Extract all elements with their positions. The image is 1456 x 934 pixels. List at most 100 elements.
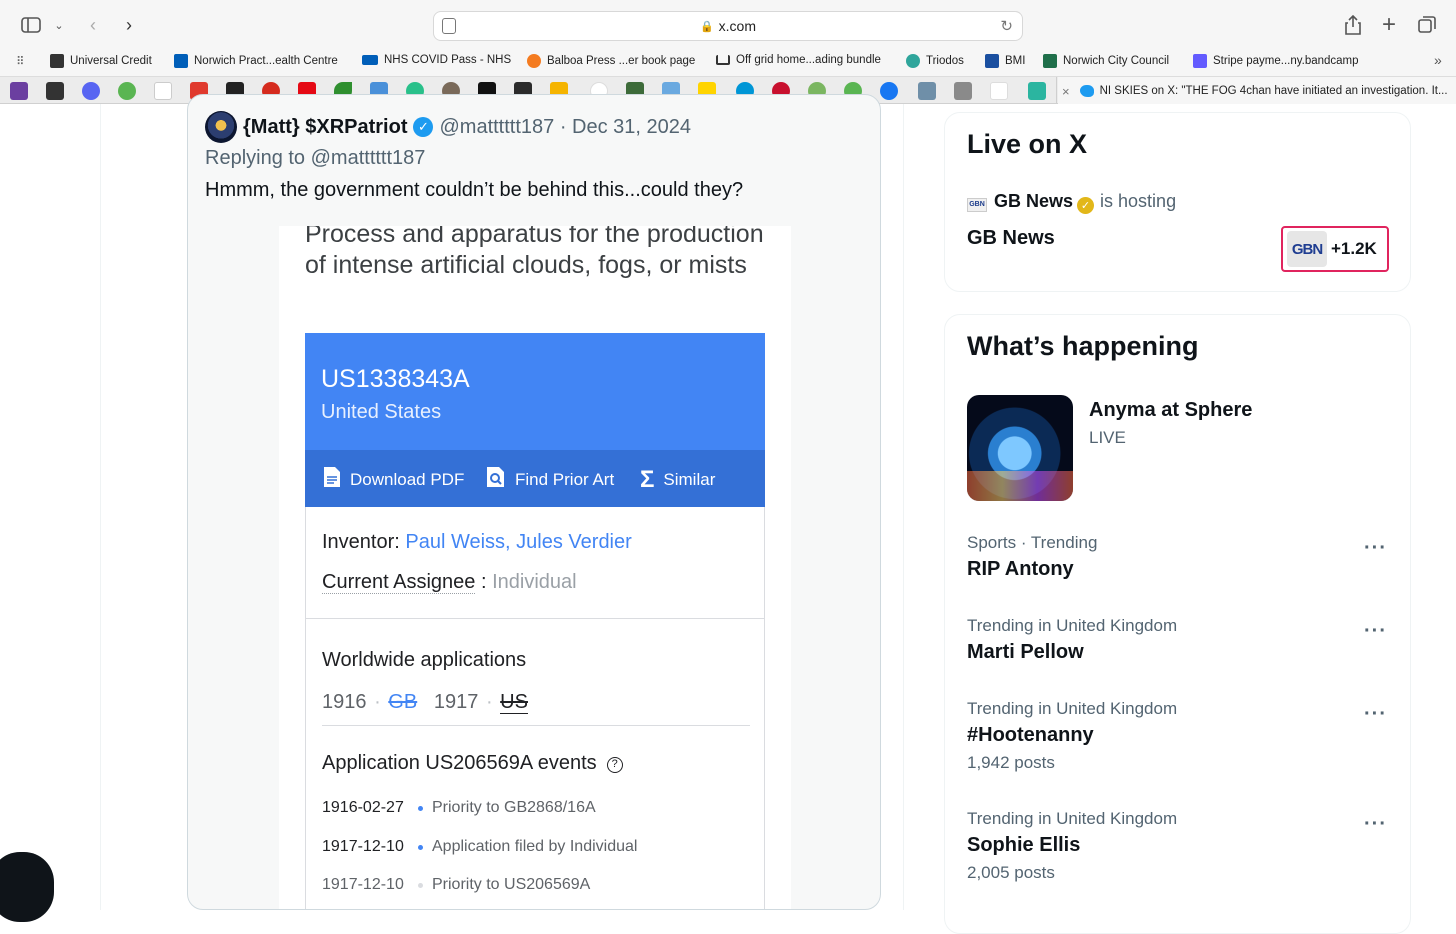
more-options-icon[interactable]: ··· xyxy=(1364,813,1387,836)
page-menu-icon[interactable] xyxy=(442,18,456,34)
bookmark-item[interactable]: Norwich Pract...ealth Centre xyxy=(174,54,338,68)
tweet-header: {Matt} $XRPatriot ✓ @matttttt187 · Dec 3… xyxy=(205,111,691,143)
tab-overview-icon[interactable] xyxy=(1414,12,1440,38)
more-options-icon[interactable]: ··· xyxy=(1364,703,1387,726)
bookmark-item[interactable]: Off grid home...ading bundle xyxy=(716,54,881,66)
bmi-favicon xyxy=(985,54,999,68)
reload-icon[interactable]: ↻ xyxy=(1000,17,1013,35)
bookmark-item[interactable]: Universal Credit xyxy=(50,54,152,68)
app-country: US xyxy=(500,691,528,714)
v-tab-icon[interactable] xyxy=(1028,82,1046,100)
verified-badge-icon: ✓ xyxy=(413,117,434,137)
patent-number: US1338343A xyxy=(321,365,470,393)
assignee-value: Individual xyxy=(492,571,577,593)
trend-item[interactable]: Trending in United Kingdom Marti Pellow … xyxy=(967,616,1387,664)
trend-item[interactable]: Trending in United Kingdom #Hootenanny 1… xyxy=(967,699,1387,773)
bookmark-item[interactable]: Norwich City Council xyxy=(1043,54,1169,68)
close-tab-icon[interactable]: × xyxy=(1062,84,1070,99)
dot-tab-icon[interactable] xyxy=(990,82,1008,100)
patent-title: Process and apparatus for the production… xyxy=(305,226,764,279)
back-arrow-icon[interactable]: ‹ xyxy=(80,12,106,38)
discord-tab-icon[interactable] xyxy=(82,82,100,100)
similar-button: Σ Similar xyxy=(640,466,715,494)
replying-to[interactable]: Replying to @matttttt187 xyxy=(205,147,425,170)
app-country: GB xyxy=(388,691,418,713)
gold-verified-icon: ✓ xyxy=(1077,197,1095,214)
nhs-favicon xyxy=(362,55,378,65)
event-row: 1917-12-10 Application filed by Individu… xyxy=(322,838,637,856)
bookmark-label: Norwich City Council xyxy=(1063,55,1170,67)
featured-thumbnail[interactable] xyxy=(967,395,1073,501)
trend-item[interactable]: Trending in United Kingdom Sophie Ellis … xyxy=(967,809,1387,883)
find-prior-art-button: Find Prior Art xyxy=(486,466,614,494)
patent-actions: Download PDF Find Prior Art Σ Similar xyxy=(305,450,765,507)
sigma-icon: Σ xyxy=(640,466,655,493)
floating-button[interactable] xyxy=(0,852,54,922)
sidebar-toggle-icon[interactable] xyxy=(18,12,44,38)
trend-name: RIP Antony xyxy=(967,558,1074,580)
share-icon[interactable] xyxy=(1340,12,1366,38)
bookmark-item[interactable]: Balboa Press ...er book page xyxy=(527,54,695,68)
app-year: 1916 xyxy=(322,691,367,713)
forward-arrow-icon[interactable]: › xyxy=(116,12,142,38)
download-pdf-label: Download PDF xyxy=(350,470,465,489)
thumbnail-lights xyxy=(967,471,1073,501)
document-icon xyxy=(323,466,341,494)
stripe-favicon xyxy=(1193,54,1207,68)
bookmark-label: Stripe payme...ny.bandcamp xyxy=(1213,55,1359,67)
grid-icon[interactable]: ⠿ xyxy=(16,54,24,68)
bookmark-label: Norwich Pract...ealth Centre xyxy=(194,55,338,67)
trend-meta: Sports · Trending xyxy=(967,533,1098,552)
active-tab[interactable]: × NI SKIES on X: "THE FOG 4chan have ini… xyxy=(1058,77,1456,105)
s2-tab-icon[interactable] xyxy=(954,82,972,100)
author-name[interactable]: {Matt} $XRPatriot xyxy=(243,116,407,139)
trend-name: Marti Pellow xyxy=(967,641,1084,663)
more-options-icon[interactable]: ··· xyxy=(1364,537,1387,560)
bookmark-item[interactable]: Triodos xyxy=(906,54,964,68)
event-date: 1917-12-10 xyxy=(322,838,404,855)
bookmark-item[interactable]: NHS COVID Pass - NHS xyxy=(362,54,511,66)
chevron-down-icon[interactable]: ⌄ xyxy=(46,12,72,38)
more-options-icon[interactable]: ··· xyxy=(1364,620,1387,643)
mail-tab-icon[interactable] xyxy=(10,82,28,100)
column-border xyxy=(100,104,101,910)
trend-name: Sophie Ellis xyxy=(967,834,1081,856)
facebook-tab-icon[interactable] xyxy=(880,82,898,100)
space-title[interactable]: GB News xyxy=(967,227,1055,250)
bookmark-item[interactable]: BMI xyxy=(985,54,1025,68)
more-bookmarks-icon[interactable]: » xyxy=(1434,52,1442,68)
new-tab-icon[interactable]: + xyxy=(1376,11,1402,38)
gov-tab-icon[interactable] xyxy=(46,82,64,100)
trend-meta: Trending in United Kingdom xyxy=(967,809,1178,828)
leaf-favicon xyxy=(527,54,541,68)
bookmark-item[interactable]: Stripe payme...ny.bandcamp xyxy=(1193,54,1359,68)
trend-meta: Trending in United Kingdom xyxy=(967,699,1178,718)
separator-dot: · xyxy=(485,691,493,713)
wix-tab-icon[interactable] xyxy=(154,82,172,100)
host-name: GB News xyxy=(994,191,1074,211)
app-year: 1917 xyxy=(433,691,479,713)
lock-icon: 🔒 xyxy=(699,20,714,33)
play-tab-icon[interactable] xyxy=(118,82,136,100)
bookmark-favicon xyxy=(50,54,64,68)
worldwide-box: Worldwide applications 1916 · GB 1917 · … xyxy=(305,619,765,909)
host-line[interactable]: GBN GB News ✓ is hosting xyxy=(967,191,1176,214)
twitter-bird-icon xyxy=(1079,85,1094,97)
whats-happening-card: What’s happening Anyma at Sphere LIVE Sp… xyxy=(944,314,1411,934)
address-bar[interactable]: 🔒 x.com ↻ xyxy=(433,11,1023,41)
featured-title[interactable]: Anyma at Sphere xyxy=(1089,399,1252,422)
hosting-text: is hosting xyxy=(1100,191,1177,211)
event-row: 1916-02-27 Priority to GB2868/16A xyxy=(322,799,596,817)
url-text: x.com xyxy=(718,18,757,34)
landscape-tab-icon[interactable] xyxy=(918,82,936,100)
search-doc-icon xyxy=(486,466,506,494)
avatar[interactable] xyxy=(205,111,237,143)
trend-item[interactable]: Sports · Trending RIP Antony ··· xyxy=(967,533,1387,581)
quoted-tweet[interactable]: {Matt} $XRPatriot ✓ @matttttt187 · Dec 3… xyxy=(187,94,881,910)
listener-badge[interactable]: GBN +1.2K xyxy=(1281,226,1389,272)
event-text: Application filed by Individual xyxy=(432,838,638,855)
tweet-image[interactable]: Process and apparatus for the production… xyxy=(279,226,791,909)
browser-toolbar: ⌄ ‹ › 🔒 x.com ↻ + xyxy=(0,0,1456,50)
author-handle-date[interactable]: @matttttt187 · Dec 31, 2024 xyxy=(439,116,691,139)
bookmark-label: Universal Credit xyxy=(70,55,152,67)
